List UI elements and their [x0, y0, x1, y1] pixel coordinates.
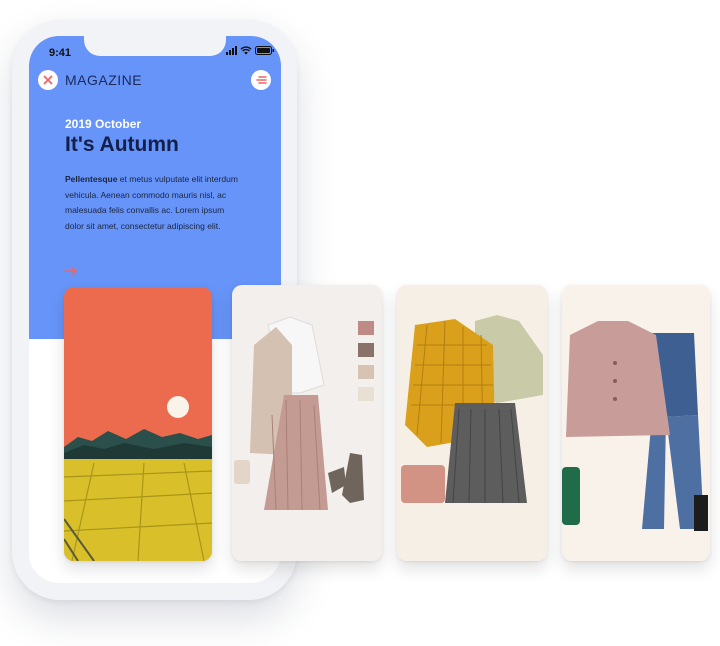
arrow-right-icon	[64, 266, 77, 276]
swatch-3	[358, 365, 374, 379]
signal-icon	[226, 46, 237, 55]
card-outfit-beige-blazer[interactable]	[232, 285, 382, 561]
outfit-pink-coat-image	[562, 285, 710, 561]
card-outfit-yellow-jacket[interactable]	[397, 285, 547, 561]
card-autumn-landscape[interactable]	[64, 287, 212, 561]
read-more-link[interactable]	[64, 263, 78, 281]
wifi-icon	[240, 46, 252, 55]
article-body: Pellentesque et metus vulputate elit int…	[65, 172, 245, 234]
status-time: 9:41	[49, 47, 72, 59]
swatch-2	[358, 343, 374, 357]
phone-notch	[84, 36, 226, 56]
swatch-4	[358, 387, 374, 401]
close-icon	[43, 75, 53, 85]
article-title: It's Autumn	[65, 133, 179, 156]
outfit-yellow-jacket-image	[397, 285, 547, 561]
lead-bold: Pellentesque	[65, 174, 118, 184]
issue-date: 2019 October	[65, 117, 142, 131]
app-title: MAGAZINE	[65, 72, 143, 88]
status-icons	[226, 46, 275, 55]
card-outfit-pink-coat[interactable]	[562, 285, 710, 561]
landscape-illustration	[64, 287, 212, 561]
close-button[interactable]	[38, 70, 58, 90]
outfit-beige-blazer-image	[232, 285, 382, 561]
menu-button[interactable]	[251, 70, 271, 90]
menu-icon	[255, 76, 267, 84]
battery-icon	[255, 46, 275, 55]
swatch-1	[358, 321, 374, 335]
